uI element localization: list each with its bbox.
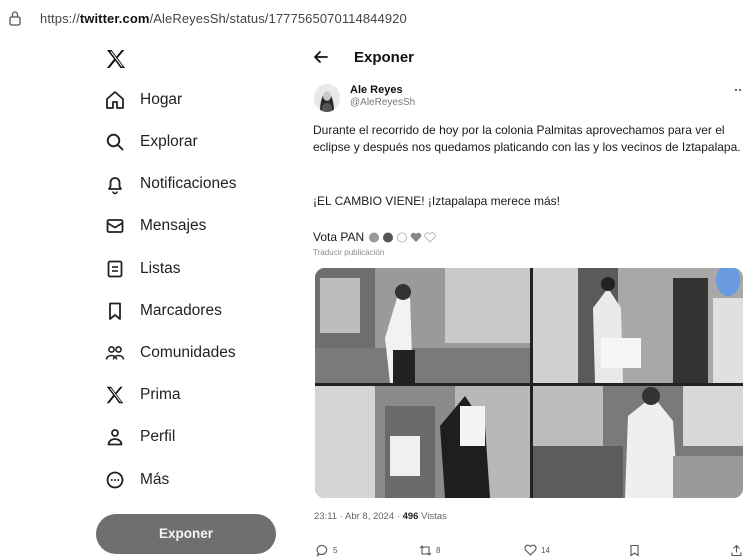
sidebar-item-label: Perfil <box>140 428 176 445</box>
page-title: Exponer <box>354 48 415 66</box>
tweet-author[interactable]: Ale Reyes @AleReyesSh <box>314 84 415 112</box>
sidebar-item-listas[interactable]: Listas <box>104 252 181 286</box>
sidebar-item-label: Marcadores <box>140 302 222 319</box>
tweet-photo-3[interactable] <box>315 386 530 498</box>
sidebar-item-perfil[interactable]: Perfil <box>104 420 175 454</box>
list-icon <box>107 260 123 278</box>
gray-heart-icon <box>410 232 422 242</box>
sidebar-item-label: Prima <box>140 386 181 403</box>
sidebar-item-prima[interactable]: Prima <box>104 378 180 412</box>
sidebar-item-marcadores[interactable]: Marcadores <box>104 294 222 328</box>
sidebar-item-mas[interactable]: Más <box>104 463 169 497</box>
tweet-photo-2[interactable] <box>533 268 743 383</box>
dark-circle-icon <box>383 232 394 242</box>
sidebar-item-comunidades[interactable]: Comunidades <box>104 336 236 370</box>
url-domain: twitter.com <box>79 11 150 26</box>
share-icon <box>731 544 742 557</box>
reply-icon <box>316 544 328 557</box>
user-icon <box>107 429 123 446</box>
repost-button[interactable]: 8 <box>419 544 440 557</box>
envelope-icon <box>106 219 124 233</box>
browser-url-bar[interactable]: https://twitter.com/AleReyesSh/status/17… <box>0 0 743 36</box>
url-prefix: https:// <box>40 11 80 26</box>
like-count: 14 <box>541 546 550 555</box>
sidebar-item-label: Explorar <box>140 133 198 150</box>
main-column: Exponer Ale Reyes @AleReyesSh Durante el… <box>300 36 743 559</box>
sidebar-item-hogar[interactable]: Hogar <box>104 83 182 117</box>
white-circle-icon <box>397 232 408 242</box>
tweet-photo-1[interactable] <box>315 268 530 383</box>
sidebar-item-label: Mensajes <box>140 217 207 234</box>
lock-icon <box>9 11 21 26</box>
gray-circle-icon <box>369 232 380 242</box>
tweet-media-grid[interactable] <box>315 268 743 498</box>
x-logo-icon <box>106 386 124 404</box>
sidebar-item-mensajes[interactable]: Mensajes <box>104 209 206 243</box>
vota-text: Vota PAN <box>313 230 365 244</box>
bookmark-button[interactable] <box>628 544 645 557</box>
author-handle[interactable]: @AleReyesSh <box>350 97 415 109</box>
photo-image <box>533 268 743 383</box>
sidebar: Hogar Explorar Notificaciones Mensajes L… <box>0 36 290 559</box>
bell-icon <box>108 177 122 195</box>
white-heart-icon <box>424 231 436 243</box>
tweet-meta: 23:11 · Abr 8, 2024 · 496 Vistas <box>314 511 447 522</box>
author-name[interactable]: Ale Reyes <box>350 84 415 97</box>
like-button[interactable]: 14 <box>524 544 550 557</box>
tweet-paragraph-2: ¡EL CAMBIO VIENE! ¡Iztapalapa merece más… <box>313 194 560 208</box>
photo-image <box>315 268 530 383</box>
heart-icon <box>524 544 537 556</box>
views-label: Vistas <box>421 511 447 522</box>
home-icon <box>106 91 124 109</box>
sidebar-item-label: Más <box>140 471 170 488</box>
sidebar-item-label: Comunidades <box>140 344 236 361</box>
sidebar-item-notificaciones[interactable]: Notificaciones <box>104 167 237 201</box>
sidebar-item-label: Notificaciones <box>140 175 237 192</box>
repost-icon <box>419 545 432 556</box>
back-arrow-icon[interactable] <box>312 48 330 66</box>
translate-link[interactable]: Traducir publicación <box>313 248 384 257</box>
photo-image <box>533 386 743 498</box>
tweet-paragraph: Durante el recorrido de hoy por la colon… <box>313 123 741 154</box>
share-button[interactable] <box>730 544 743 557</box>
url-text[interactable]: https://twitter.com/AleReyesSh/status/17… <box>40 11 407 26</box>
tweet-text: Durante el recorrido de hoy por la colon… <box>313 122 743 155</box>
post-button[interactable]: Exponer <box>96 514 276 554</box>
bookmark-icon <box>630 544 639 557</box>
more-options-icon[interactable] <box>734 88 743 92</box>
tweet-actions: 5 8 14 <box>316 544 743 559</box>
avatar-image <box>314 84 340 112</box>
reply-button[interactable]: 5 <box>316 544 337 557</box>
x-logo-icon[interactable] <box>104 47 128 71</box>
more-circle-icon <box>106 471 124 489</box>
views-count: 496 <box>402 511 419 522</box>
url-path: /AleReyesSh/status/1777565070114844920 <box>149 11 407 26</box>
sidebar-item-label: Hogar <box>140 91 183 108</box>
sidebar-item-label: Listas <box>140 260 181 277</box>
bookmark-icon <box>109 302 121 320</box>
photo-image <box>315 386 530 498</box>
emoji-row <box>368 231 436 243</box>
search-icon <box>106 133 124 151</box>
sidebar-item-explorar[interactable]: Explorar <box>104 125 198 159</box>
people-icon <box>105 346 125 360</box>
tweet-vota-line: Vota PAN <box>313 230 436 244</box>
repost-count: 8 <box>436 546 441 555</box>
page-header: Exponer <box>312 47 414 67</box>
tweet-time[interactable]: 23:11 · Abr 8, 2024 · <box>314 511 400 522</box>
tweet-photo-4[interactable] <box>533 386 743 498</box>
reply-count: 5 <box>333 546 338 555</box>
avatar[interactable] <box>314 84 340 112</box>
